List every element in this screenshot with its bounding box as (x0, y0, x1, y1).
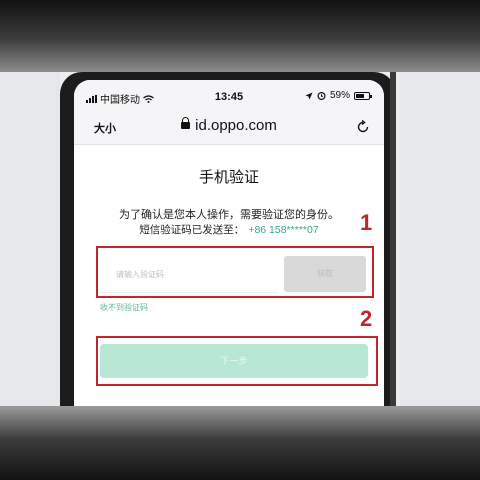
verification-instruction: 为了确认是您本人操作，需要验证您的身份。 (119, 209, 339, 221)
battery-icon (354, 91, 372, 100)
backdrop-left (0, 72, 60, 406)
verification-code-input[interactable] (100, 256, 278, 292)
photo-bottom-band (0, 406, 480, 480)
annotation-number-2: 2 (360, 306, 373, 331)
backdrop-right (400, 72, 480, 406)
masked-phone-number: +86 158*****07 (248, 224, 319, 236)
location-arrow-icon (305, 92, 313, 99)
status-bar: 中国移动 13:45 59% (74, 80, 384, 110)
domain-text: id.oppo.com (195, 117, 277, 134)
verification-code-row: 获取 (100, 256, 366, 292)
get-code-button[interactable]: 获取 (284, 256, 366, 292)
next-step-button[interactable]: 下一步 (100, 344, 368, 378)
battery-percent: 59% (329, 90, 350, 101)
page-title: 手机验证 (198, 169, 259, 186)
no-code-link[interactable]: 收不到验证码 (100, 302, 148, 313)
reload-icon[interactable] (356, 120, 370, 134)
address-bar[interactable]: 大小 id.oppo.com (74, 110, 384, 145)
code-sent-label: 短信验证码已发送至： (139, 224, 245, 236)
code-input-underline (100, 292, 278, 293)
code-sent-notice: 短信验证码已发送至： +86 158*****07 (74, 222, 384, 237)
lock-icon (181, 117, 191, 129)
phone-side-edge (390, 72, 396, 406)
photo-top-band (0, 0, 480, 72)
annotation-number-1: 1 (360, 210, 373, 235)
phone-screen: 中国移动 13:45 59% 大小 id.oppo.com 手机验证 为了确认是… (74, 80, 384, 406)
url-display[interactable]: id.oppo.com (74, 117, 384, 134)
status-right: 59% (305, 90, 372, 101)
alarm-icon (317, 92, 326, 100)
